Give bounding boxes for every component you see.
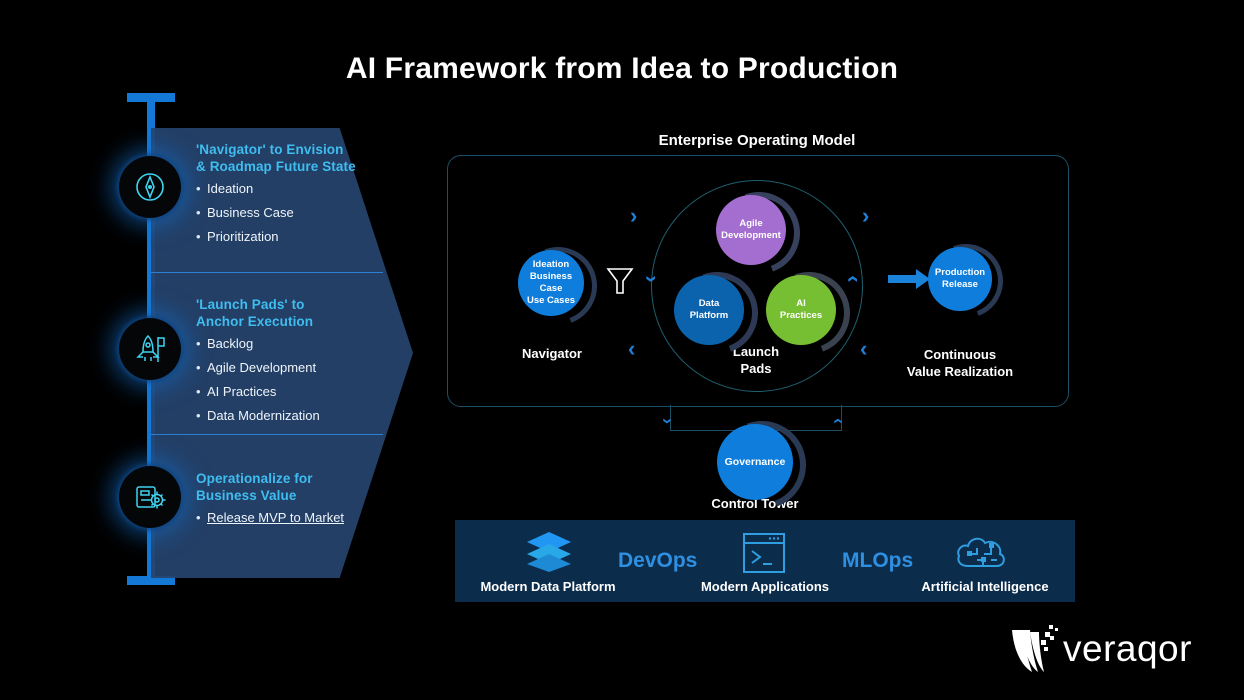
node-navigator[interactable]: Ideation Business Case Use Cases [518,250,584,316]
node-label-line: AI [796,298,806,309]
node-label-line: Production [934,267,986,278]
veraqor-logo [1008,620,1068,683]
node-data-platform[interactable]: Data Platform [674,275,744,345]
funnel-icon [605,265,635,304]
chevron-right-icon: › [630,203,638,228]
chevron-down-icon: › [838,275,864,283]
section-3-heading-line2: Business Value [196,488,297,503]
section-3-bullets: Release MVP to Market [196,506,344,530]
node-governance[interactable]: Governance [717,424,793,500]
sidebar-section-launch-pads: 'Launch Pads' to Anchor Execution Backlo… [196,296,320,428]
panel-divider-1 [151,272,383,273]
sidebar-item-launch-pads[interactable] [119,318,181,380]
list-item: Business Case [196,201,356,225]
chevron-up-icon: ‹ [656,418,676,424]
chevron-right-icon: › [862,203,870,228]
list-item: Data Modernization [196,404,320,428]
capability-label-modern-applications: Modern Applications [700,579,830,594]
section-1-heading-line2: & Roadmap Future State [196,159,356,174]
node-production-release[interactable]: Production Release [928,247,992,311]
list-item: Ideation [196,177,356,201]
node-label-line: Data [698,298,720,309]
node-label-line: Release [942,279,978,290]
panel-divider-2 [151,434,383,435]
node-label-line: Agile [739,218,763,229]
sidebar-section-navigator: 'Navigator' to Envision & Roadmap Future… [196,141,356,249]
section-1-bullets: Ideation Business Case Prioritization [196,177,356,249]
bullet-text: Prioritization [207,229,279,244]
capability-label-artificial-intelligence: Artificial Intelligence [921,579,1049,594]
bullet-text: Agile Development [207,360,317,375]
arrow-right-icon [888,268,932,295]
brand-name: veraqor [1063,628,1192,669]
chevron-down-icon: › [827,418,847,424]
node-label-line: Business Case [529,271,573,294]
node-label-line: Ideation [532,259,570,270]
section-2-heading-line1: 'Launch Pads' to [196,297,305,312]
section-2-heading-line2: Anchor Execution [196,314,314,329]
caption-line: Pads [740,361,772,376]
sidebar-item-navigator[interactable] [119,156,181,218]
list-item: Agile Development [196,356,320,380]
list-item: AI Practices [196,380,320,404]
terminal-window-icon [740,531,788,580]
capability-label-modern-data-platform: Modern Data Platform [480,579,616,594]
list-item[interactable]: Release MVP to Market [196,506,344,530]
slide-canvas: AI Framework from Idea to Production 'Na… [0,0,1244,700]
rocket-launch-icon [131,330,169,368]
chevron-left-icon: ‹ [860,336,868,361]
node-label-line: Governance [724,456,786,468]
ai-cloud-chip-icon [953,532,1009,579]
section-2-bullets: Backlog Agile Development AI Practices D… [196,332,320,428]
list-item: Backlog [196,332,320,356]
node-label-line: Practices [779,310,823,321]
list-item: Prioritization [196,225,356,249]
node-agile-development[interactable]: Agile Development [716,195,786,265]
sidebar-item-operationalize[interactable] [119,466,181,528]
bullet-text-link: Release MVP to Market [207,510,345,525]
caption-line: Continuous [923,347,997,362]
bullet-text: AI Practices [207,384,277,399]
caption-line: Value Realization [906,364,1014,379]
sidebar-section-operationalize: Operationalize for Business Value Releas… [196,470,344,530]
bullet-text: Business Case [207,205,294,220]
device-gear-icon [131,478,169,516]
capability-word-devops: DevOps [618,549,698,572]
section-1-heading-line1: 'Navigator' to Envision [196,142,344,157]
compass-icon [132,169,168,205]
page-title: AI Framework from Idea to Production [345,52,899,85]
node-ai-practices[interactable]: AI Practices [766,275,836,345]
section-3-heading-line1: Operationalize for [196,471,313,486]
layers-stack-icon [524,530,574,579]
capability-word-mlops: MLOps [842,549,914,572]
node-label-line: Platform [689,310,729,321]
bullet-text: Data Modernization [207,408,320,423]
chevron-left-icon: ‹ [628,336,636,361]
chevron-up-icon: ‹ [636,275,662,283]
bullet-text: Backlog [207,336,254,351]
node-label-line: Use Cases [526,295,576,306]
node-label-line: Development [721,230,781,241]
caption-navigator: Navigator [522,346,582,361]
bullet-text: Ideation [207,181,254,196]
caption-continuous-value: Continuous Value Realization [890,346,1030,380]
diagram-title: Enterprise Operating Model [658,132,856,149]
